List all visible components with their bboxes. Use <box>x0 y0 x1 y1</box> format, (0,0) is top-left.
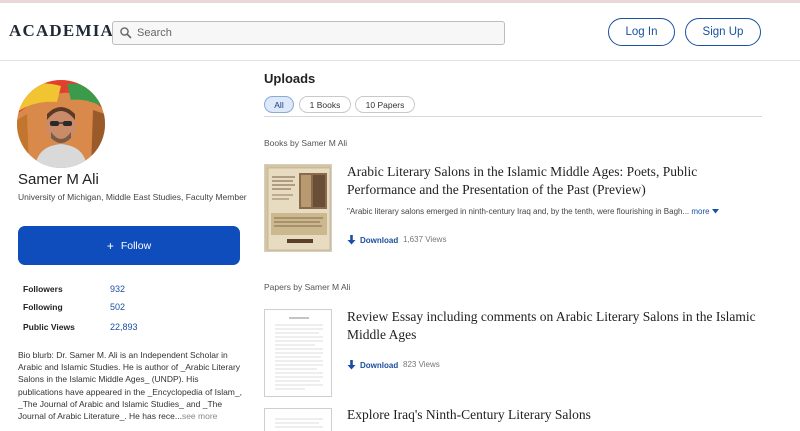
stat-label-public-views: Public Views <box>23 322 75 332</box>
follow-button[interactable]: + Follow <box>18 226 240 265</box>
stat-value-followers[interactable]: 932 <box>110 284 125 294</box>
book-download-link[interactable]: Download <box>347 235 398 245</box>
paper-views: 823 Views <box>403 360 440 369</box>
filter-all[interactable]: All <box>264 96 294 113</box>
profile-affiliation[interactable]: University of Michigan, Middle East Stud… <box>18 191 248 203</box>
book-abstract: "Arabic literary salons emerged in ninth… <box>347 207 767 216</box>
search-input[interactable] <box>137 23 497 43</box>
books-section-label: Books by Samer M Ali <box>264 138 348 148</box>
follow-button-label: Follow <box>120 239 152 252</box>
paper-download-label: Download <box>360 360 399 370</box>
bio-see-more-link[interactable]: see more <box>182 411 217 421</box>
book-cover-image <box>265 165 331 251</box>
book-views: 1,637 Views <box>403 235 447 244</box>
avatar-photo <box>17 80 105 168</box>
book-abstract-text: "Arabic literary salons emerged in ninth… <box>347 207 690 216</box>
paper-thumbnail[interactable] <box>264 309 332 397</box>
filter-papers[interactable]: 10 Papers <box>355 96 415 113</box>
log-in-button[interactable]: Log In <box>608 18 675 46</box>
paper-download-link[interactable]: Download <box>347 360 398 370</box>
site-header: ACADEMIA Log In Sign Up <box>0 3 800 61</box>
filter-divider <box>264 116 762 117</box>
profile-name: Samer M Ali <box>18 171 99 188</box>
stat-value-following[interactable]: 502 <box>110 302 125 312</box>
paper-title-link[interactable]: Explore Iraq's Ninth-Century Literary Sa… <box>347 406 767 424</box>
book-more-link[interactable]: more <box>691 207 719 216</box>
book-more-label: more <box>691 207 710 216</box>
search-box[interactable] <box>112 21 505 45</box>
paper-title-link[interactable]: Review Essay including comments on Arabi… <box>347 308 767 344</box>
book-title-link[interactable]: Arabic Literary Salons in the Islamic Mi… <box>347 163 767 199</box>
paper-page-image <box>265 310 331 396</box>
plus-icon: + <box>106 238 114 253</box>
stat-value-public-views: 22,893 <box>110 322 138 332</box>
book-download-label: Download <box>360 235 399 245</box>
sign-up-button[interactable]: Sign Up <box>685 18 761 46</box>
download-arrow-icon <box>347 360 356 370</box>
download-arrow-icon <box>347 235 356 245</box>
papers-section-label: Papers by Samer M Ali <box>264 282 351 292</box>
paper-page-image <box>265 409 331 431</box>
stat-label-followers[interactable]: Followers <box>23 284 63 294</box>
avatar <box>17 80 105 168</box>
stat-label-following[interactable]: Following <box>23 302 63 312</box>
bio-blurb: Bio blurb: Dr. Samer M. Ali is an Indepe… <box>18 349 242 422</box>
book-cover-thumbnail[interactable] <box>264 164 332 252</box>
caret-down-icon <box>711 209 719 214</box>
academia-logo[interactable]: ACADEMIA <box>9 21 114 41</box>
uploads-heading: Uploads <box>264 71 316 86</box>
paper-thumbnail[interactable] <box>264 408 332 431</box>
search-icon <box>120 27 132 39</box>
filter-books[interactable]: 1 Books <box>299 96 351 113</box>
